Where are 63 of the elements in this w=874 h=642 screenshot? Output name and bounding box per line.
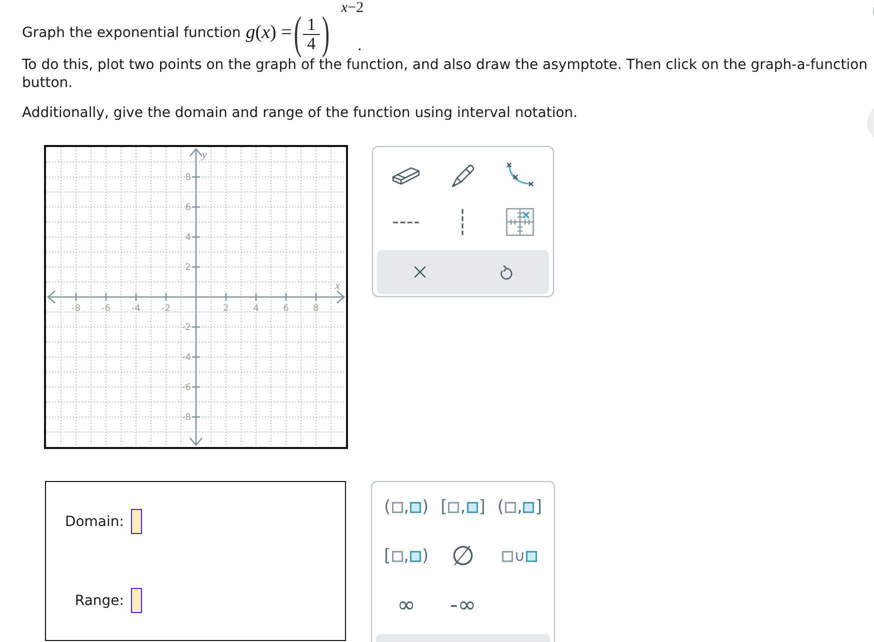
clear-button[interactable]	[414, 266, 426, 278]
eraser-button[interactable]	[390, 164, 421, 186]
instruction-text: To do this, plot two points on the graph of the function, and also draw the asymptote. Then click on the graph-a-function button.	[22, 57, 869, 92]
highlighted-square-icon	[523, 502, 534, 512]
period: .	[358, 39, 362, 53]
curve-button[interactable]	[505, 162, 536, 188]
tick-label: -8	[182, 413, 191, 423]
instruction-text: Additionally, give the domain and range of the function using interval notation.	[22, 104, 579, 122]
empty-square-icon	[502, 550, 514, 562]
tick-label: -4	[132, 304, 140, 314]
tick-label: 6	[283, 304, 289, 314]
field-label: Domain:	[64, 514, 124, 530]
negative-infinity-button[interactable]: -∞	[450, 592, 476, 618]
empty-square-icon	[448, 502, 460, 512]
tick-label: -8	[72, 304, 80, 314]
function-name: g(x) =	[246, 22, 292, 44]
highlighted-square-icon	[526, 550, 538, 562]
tick-label: -4	[182, 353, 191, 363]
tick-label: 2	[223, 304, 229, 314]
grid-point-button[interactable]	[506, 208, 534, 236]
dashed-line-icon	[392, 220, 419, 224]
tick-label: -2	[182, 323, 191, 333]
interval-button[interactable]: ( , )	[384, 497, 429, 517]
answer-box[interactable]	[131, 509, 142, 534]
empty-square-icon	[392, 502, 403, 512]
undo-button[interactable]	[500, 264, 512, 280]
question-text: Graph the exponential function	[22, 25, 241, 41]
close-icon	[414, 266, 426, 278]
highlighted-square-icon	[410, 502, 422, 512]
interval-button[interactable]: ( , ]	[497, 497, 542, 517]
undo-icon	[500, 264, 512, 280]
axis-label: y	[202, 149, 207, 161]
tick-label: 8	[185, 173, 191, 183]
tick-label: 2	[185, 263, 191, 273]
tick-label: 6	[185, 203, 191, 213]
exponent: x−2	[341, 1, 364, 15]
curve-icon	[505, 162, 536, 188]
grid-point-icon	[506, 208, 534, 236]
infinity-button[interactable]: ∞	[397, 592, 416, 618]
empty-square-icon	[504, 502, 516, 512]
fraction-denominator: 4	[306, 34, 317, 52]
interval-button[interactable]: [ , )	[384, 546, 429, 566]
tick-label: -6	[102, 304, 110, 314]
horizontal-line-button[interactable]	[392, 220, 419, 224]
eraser-icon	[390, 164, 421, 186]
tick-label: -2	[162, 304, 170, 314]
tick-label: 4	[185, 233, 191, 243]
tick-label: 8	[313, 304, 319, 314]
tick-label: 4	[253, 304, 259, 314]
empty-set-button[interactable]: ∅	[451, 540, 475, 572]
axis-label: x	[335, 280, 340, 292]
dashed-line-icon	[461, 209, 464, 235]
graph-area[interactable]: -8 -6 -4 -2 2 4 6 8 8 6 4 2 -2 -4 -6 -8 x y	[44, 145, 348, 449]
interval-button[interactable]: [ , ]	[440, 497, 486, 517]
union-button[interactable]: ∪	[502, 547, 538, 565]
highlighted-square-icon	[466, 502, 478, 512]
highlighted-square-icon	[410, 550, 422, 562]
empty-square-icon	[392, 550, 403, 562]
field-label: Range:	[74, 592, 124, 608]
tick-label: -6	[182, 383, 191, 393]
vertical-line-button[interactable]	[461, 209, 464, 235]
answer-box[interactable]	[131, 588, 142, 613]
fraction-numerator: 1	[303, 16, 320, 34]
